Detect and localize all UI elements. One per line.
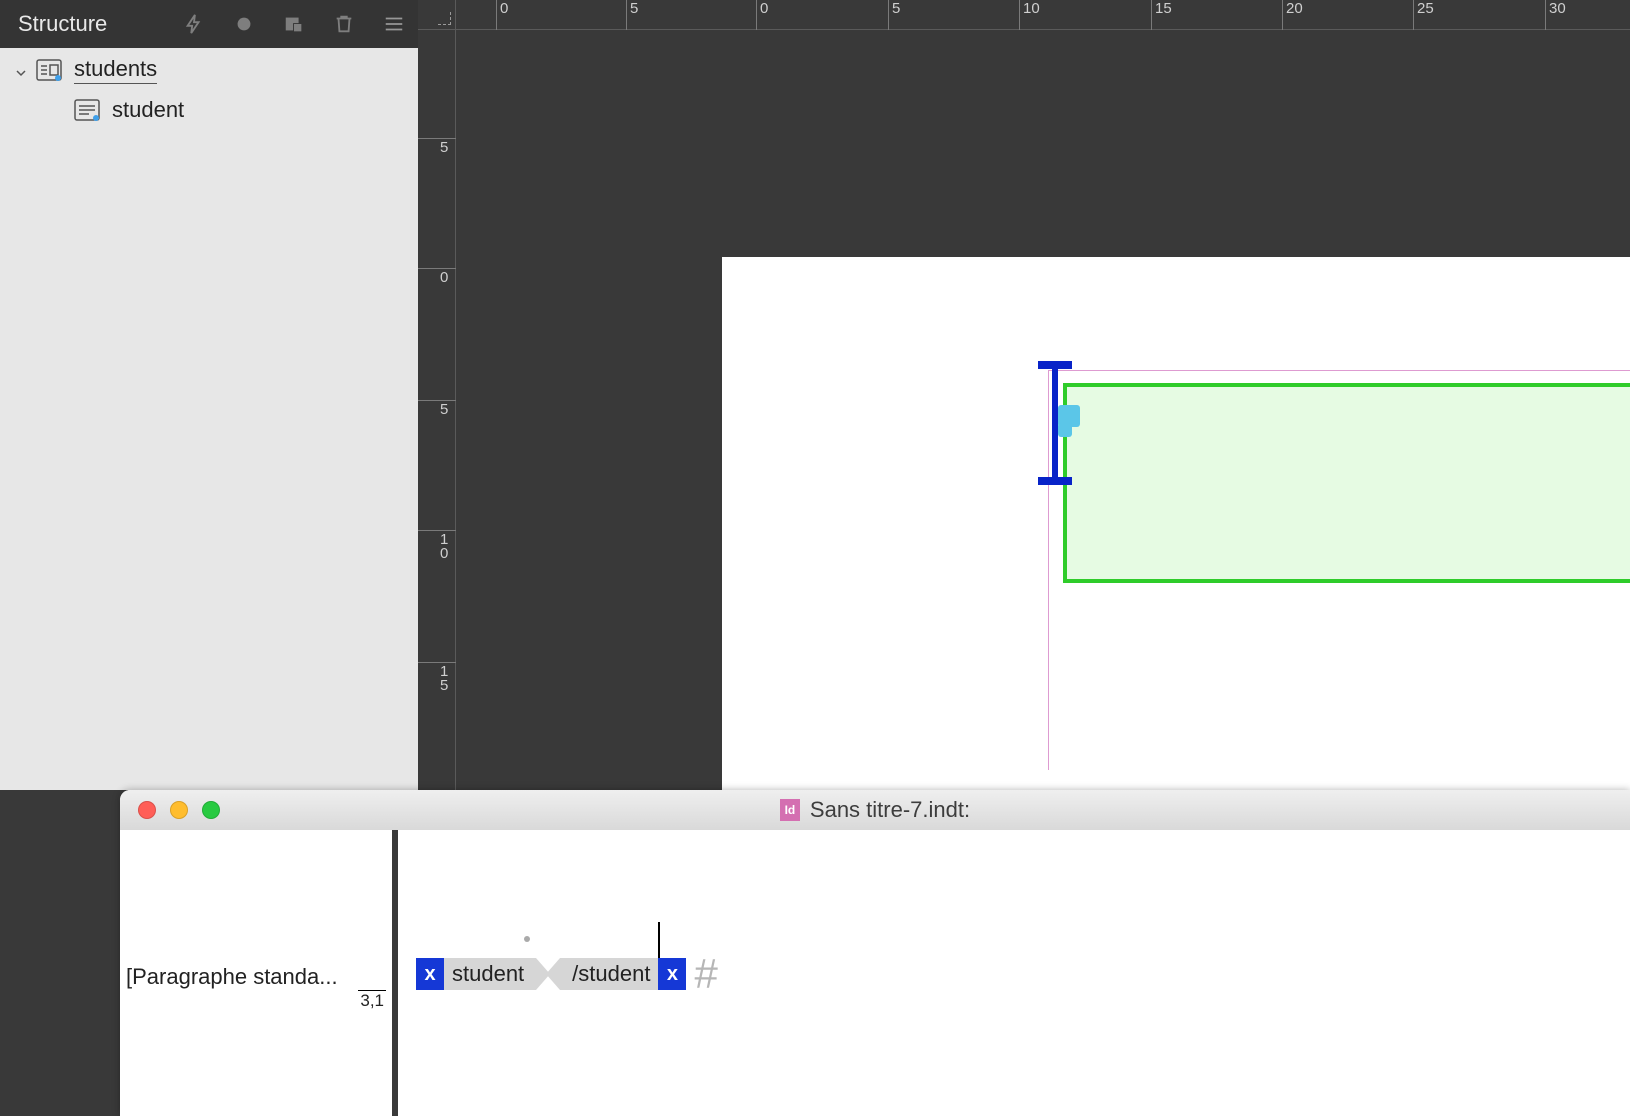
tree-label: students <box>74 56 157 84</box>
margin-guide-vertical <box>1048 370 1049 770</box>
story-text-area[interactable]: x student /student x # <box>398 830 1630 1116</box>
ruler-tick-label: 0 <box>500 0 508 17</box>
anchor-marker-icon <box>524 936 530 942</box>
disclosure-triangle-icon[interactable] <box>14 63 28 77</box>
window-zoom-button[interactable] <box>202 801 220 819</box>
window-title: Sans titre-7.indt: <box>810 797 970 823</box>
indesign-doc-icon: Id <box>780 799 800 821</box>
tag-marker-icon: x <box>658 958 686 990</box>
ruler-tick-label: 20 <box>1286 0 1303 17</box>
xml-element-icon <box>74 99 100 121</box>
ruler-origin[interactable] <box>418 0 456 30</box>
tag-marker-icon: x <box>416 958 444 990</box>
add-element-icon[interactable] <box>282 12 306 36</box>
xml-root-element-icon <box>36 59 62 81</box>
structure-panel: Structure s <box>0 0 418 790</box>
paragraph-style-name[interactable]: [Paragraphe standa... <box>126 964 338 990</box>
xml-open-tag[interactable]: x student <box>416 958 536 990</box>
window-close-button[interactable] <box>138 801 156 819</box>
tag-label: student <box>444 958 536 990</box>
validate-icon[interactable] <box>182 12 206 36</box>
ruler-tick-label: 0 <box>760 0 768 17</box>
story-depth-indicator: 3,1 <box>358 990 386 1011</box>
structure-panel-title: Structure <box>18 11 107 37</box>
margin-guide-horizontal <box>1048 370 1630 371</box>
ruler-tick-label: 0 <box>440 271 448 285</box>
end-of-story-marker: # <box>694 950 717 998</box>
tree-item-student[interactable]: student <box>0 90 418 130</box>
ruler-tick-label: 5 <box>892 0 900 17</box>
window-minimize-button[interactable] <box>170 801 188 819</box>
horizontal-ruler[interactable]: 0 5 0 5 10 15 20 25 30 <box>456 0 1630 30</box>
ruler-tick-label: 5 <box>440 141 448 155</box>
pasteboard[interactable] <box>456 30 1630 790</box>
xml-close-tag[interactable]: /student x <box>560 958 686 990</box>
ruler-tick-label: 30 <box>1549 0 1566 17</box>
document-canvas[interactable]: 0 5 0 5 10 15 20 25 30 5 0 5 1 0 1 5 <box>418 0 1630 790</box>
structure-tree: students student <box>0 50 418 130</box>
window-titlebar[interactable]: Id Sans titre-7.indt: <box>120 790 1630 830</box>
tag-label: /student <box>560 958 658 990</box>
ruler-tick-label: 1 5 <box>440 665 448 693</box>
story-style-column: [Paragraphe standa... 3,1 <box>120 830 392 1116</box>
ruler-tick-label: 25 <box>1417 0 1434 17</box>
structure-panel-header: Structure <box>0 0 418 48</box>
text-frame[interactable] <box>1063 383 1630 583</box>
ruler-tick-label: 10 <box>1023 0 1040 17</box>
tree-item-students[interactable]: students <box>0 50 418 90</box>
ruler-tick-label: 15 <box>1155 0 1172 17</box>
ruler-tick-label: 1 0 <box>440 533 448 561</box>
story-editor-window: Id Sans titre-7.indt: [Paragraphe standa… <box>120 790 1630 1116</box>
ruler-tick-label: 5 <box>440 403 448 417</box>
panel-menu-icon[interactable] <box>382 12 406 36</box>
snippet-icon[interactable] <box>232 12 256 36</box>
vertical-ruler[interactable]: 5 0 5 1 0 1 5 <box>418 30 456 790</box>
tree-label: student <box>112 97 184 124</box>
trash-icon[interactable] <box>332 12 356 36</box>
ruler-tick-label: 5 <box>630 0 638 17</box>
